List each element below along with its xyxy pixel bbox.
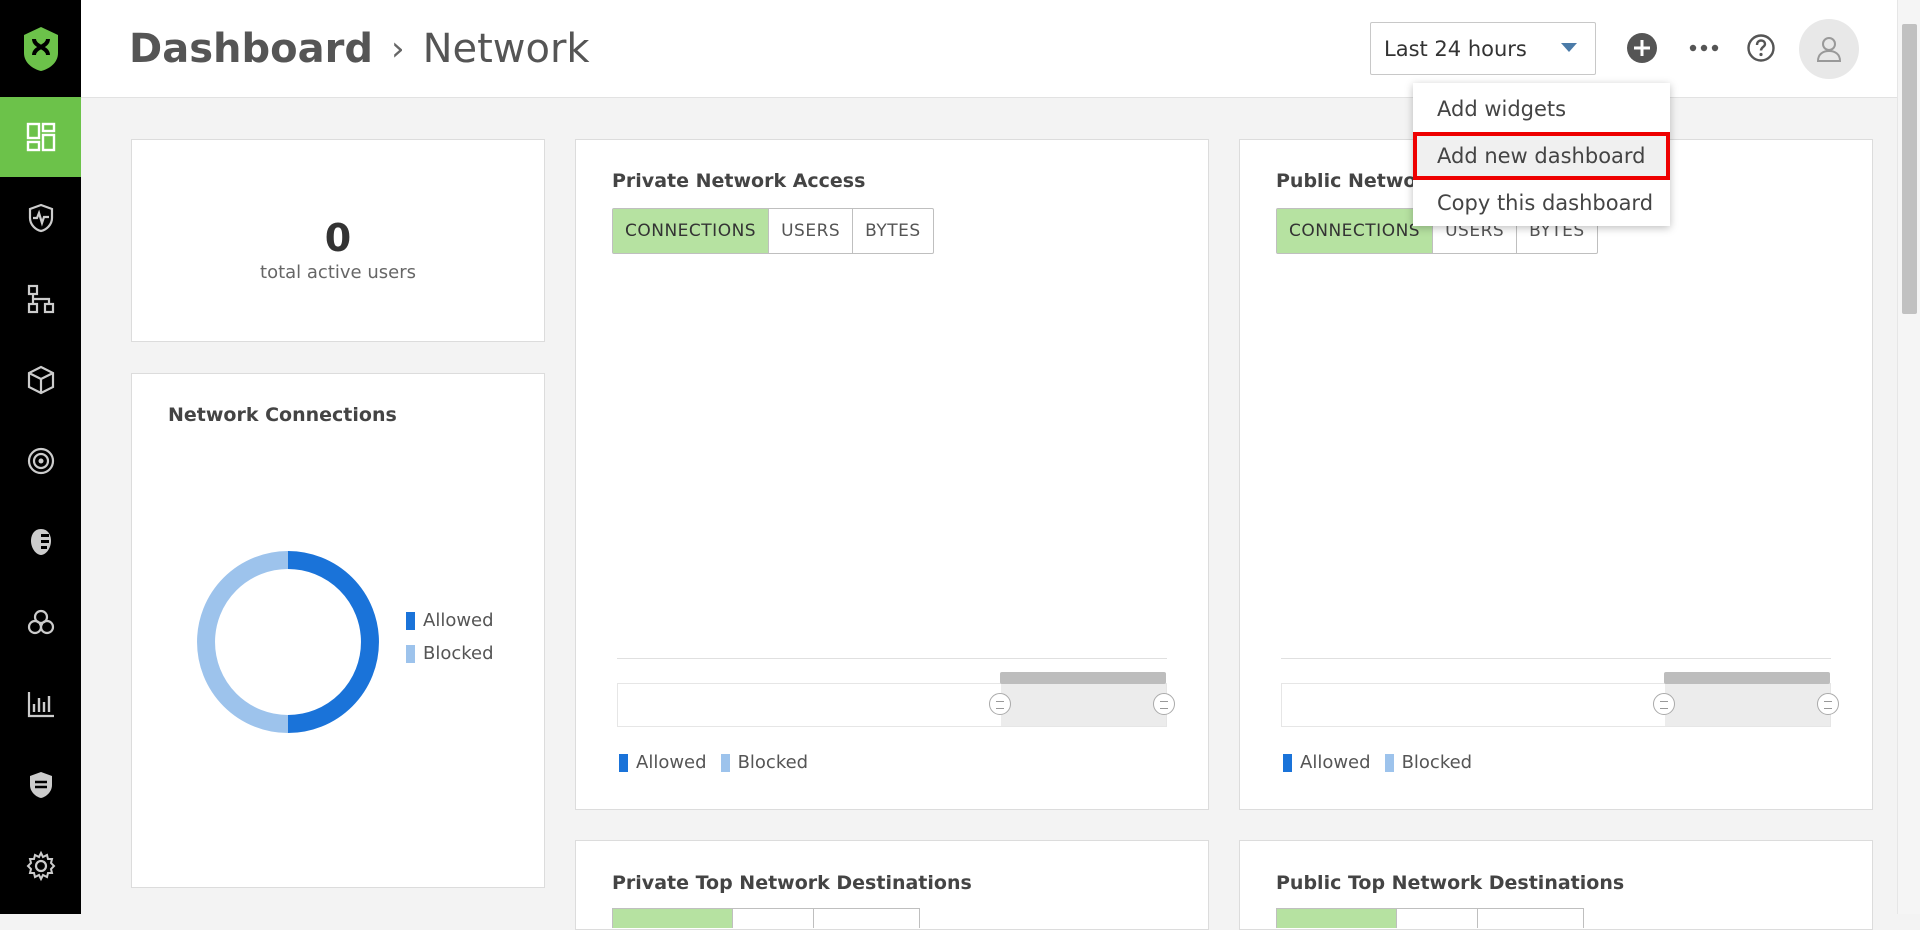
private-access-legend: Allowed Blocked (619, 752, 808, 773)
tab-connections[interactable]: CONNECTIONS (613, 209, 770, 253)
navigator-scrollbar[interactable] (1664, 672, 1830, 684)
private-top-destinations-title: Private Top Network Destinations (612, 872, 972, 894)
gear-icon (26, 850, 55, 882)
add-button[interactable] (1625, 31, 1659, 65)
network-tree-icon (27, 284, 54, 314)
menu-item-copy-dashboard[interactable]: Copy this dashboard (1413, 179, 1670, 227)
navigator-selection (1001, 684, 1166, 726)
public-top-destinations-card: Public Top Network Destinations (1239, 840, 1873, 930)
help-icon (1747, 34, 1775, 62)
breadcrumb-dashboard[interactable]: Dashboard (129, 26, 373, 72)
legend-swatch-blocked (1384, 753, 1394, 772)
biohazard-icon (27, 609, 54, 635)
menu-item-add-new-dashboard[interactable]: Add new dashboard (1413, 132, 1670, 180)
tab-bytes[interactable]: BYTES (853, 209, 933, 253)
navigator-handle-right[interactable] (1153, 693, 1175, 715)
chart-axis (1281, 658, 1831, 659)
legend-label-blocked: Blocked (423, 643, 494, 664)
public-top-destinations-title: Public Top Network Destinations (1276, 872, 1625, 894)
private-top-destinations-card: Private Top Network Destinations (575, 840, 1209, 930)
nav-dashboard[interactable] (0, 97, 81, 177)
face-icon (30, 529, 51, 555)
cube-icon (27, 365, 54, 395)
active-users-count: 0 (324, 216, 352, 260)
tab-connections[interactable]: CONNECTIONS (1277, 209, 1434, 253)
more-options-button[interactable] (1687, 31, 1721, 65)
nav-settings[interactable] (0, 826, 81, 906)
nav-reports[interactable] (0, 664, 81, 744)
bar-chart-icon (27, 692, 54, 718)
scrollbar-thumb[interactable] (1902, 24, 1917, 314)
network-connections-legend: Allowed Blocked (406, 610, 494, 664)
private-access-tabs: CONNECTIONS USERS BYTES (612, 208, 934, 254)
policy-shield-icon (29, 772, 52, 798)
app-logo[interactable] (0, 0, 81, 97)
nav-network[interactable] (0, 259, 81, 339)
more-options-menu: Add widgets Add new dashboard Copy this … (1413, 83, 1670, 226)
tab-users[interactable] (733, 909, 814, 928)
legend-swatch-allowed (619, 753, 628, 772)
range-navigator[interactable] (1281, 683, 1831, 727)
public-top-tabs (1276, 908, 1584, 928)
user-icon (1816, 37, 1842, 62)
sidebar (0, 0, 81, 914)
public-network-access-card: Public Network CONNECTIONS USERS BYTES A… (1239, 139, 1873, 810)
nav-policies[interactable] (0, 745, 81, 825)
time-range-value: Last 24 hours (1384, 36, 1527, 61)
navigator-handle-left[interactable] (1653, 693, 1675, 715)
chart-axis (617, 658, 1167, 659)
legend-swatch-allowed (1283, 753, 1292, 772)
tab-users[interactable]: USERS (769, 209, 854, 253)
tab-connections[interactable] (613, 909, 733, 928)
page-scrollbar[interactable] (1897, 0, 1920, 914)
menu-item-add-widgets[interactable]: Add widgets (1413, 85, 1670, 133)
nav-threats[interactable] (0, 421, 81, 501)
tab-users[interactable] (1397, 909, 1478, 928)
navigator-selection (1665, 684, 1830, 726)
nav-monitoring[interactable] (0, 178, 81, 258)
tab-connections[interactable] (1277, 909, 1397, 928)
legend-allowed[interactable]: Allowed (406, 610, 494, 631)
ellipsis-icon (1689, 44, 1719, 52)
avatar[interactable] (1799, 19, 1859, 79)
breadcrumb-separator: › (390, 29, 405, 69)
range-navigator[interactable] (617, 683, 1167, 727)
legend-label-blocked[interactable]: Blocked (1402, 752, 1473, 773)
navigator-scrollbar[interactable] (1000, 672, 1166, 684)
breadcrumb: Dashboard › Network (129, 26, 590, 72)
private-network-access-card: Private Network Access CONNECTIONS USERS… (575, 139, 1209, 810)
donut-slice-allowed[interactable] (287, 551, 379, 733)
legend-label-allowed: Allowed (423, 610, 494, 631)
legend-swatch-allowed (406, 611, 415, 630)
active-users-label: total active users (260, 262, 416, 283)
dashboard-icon (26, 122, 55, 152)
active-users-card: 0 total active users (131, 139, 545, 342)
private-top-tabs (612, 908, 920, 928)
public-access-legend: Allowed Blocked (1283, 752, 1472, 773)
legend-swatch-blocked (720, 753, 730, 772)
private-network-access-title: Private Network Access (612, 170, 866, 192)
legend-blocked[interactable]: Blocked (406, 643, 494, 664)
nav-identity[interactable] (0, 502, 81, 582)
chevron-down-icon (1561, 43, 1577, 52)
legend-label-allowed[interactable]: Allowed (636, 752, 707, 773)
nav-malware[interactable] (0, 583, 81, 663)
legend-label-allowed[interactable]: Allowed (1300, 752, 1371, 773)
network-connections-title: Network Connections (168, 404, 397, 426)
help-button[interactable] (1744, 31, 1778, 65)
plus-circle-icon (1627, 33, 1657, 63)
logo-icon (23, 26, 58, 71)
nav-assets[interactable] (0, 340, 81, 420)
page-title: Network (422, 26, 590, 72)
navigator-handle-right[interactable] (1817, 693, 1839, 715)
legend-label-blocked[interactable]: Blocked (738, 752, 809, 773)
target-icon (27, 447, 54, 475)
network-connections-donut (197, 551, 379, 733)
legend-swatch-blocked (406, 644, 415, 663)
navigator-handle-left[interactable] (989, 693, 1011, 715)
time-range-select[interactable]: Last 24 hours (1370, 22, 1596, 75)
donut-slice-blocked[interactable] (197, 551, 289, 733)
shield-pulse-icon (28, 203, 53, 233)
network-connections-card: Network Connections Allowed Blocked (131, 373, 545, 888)
